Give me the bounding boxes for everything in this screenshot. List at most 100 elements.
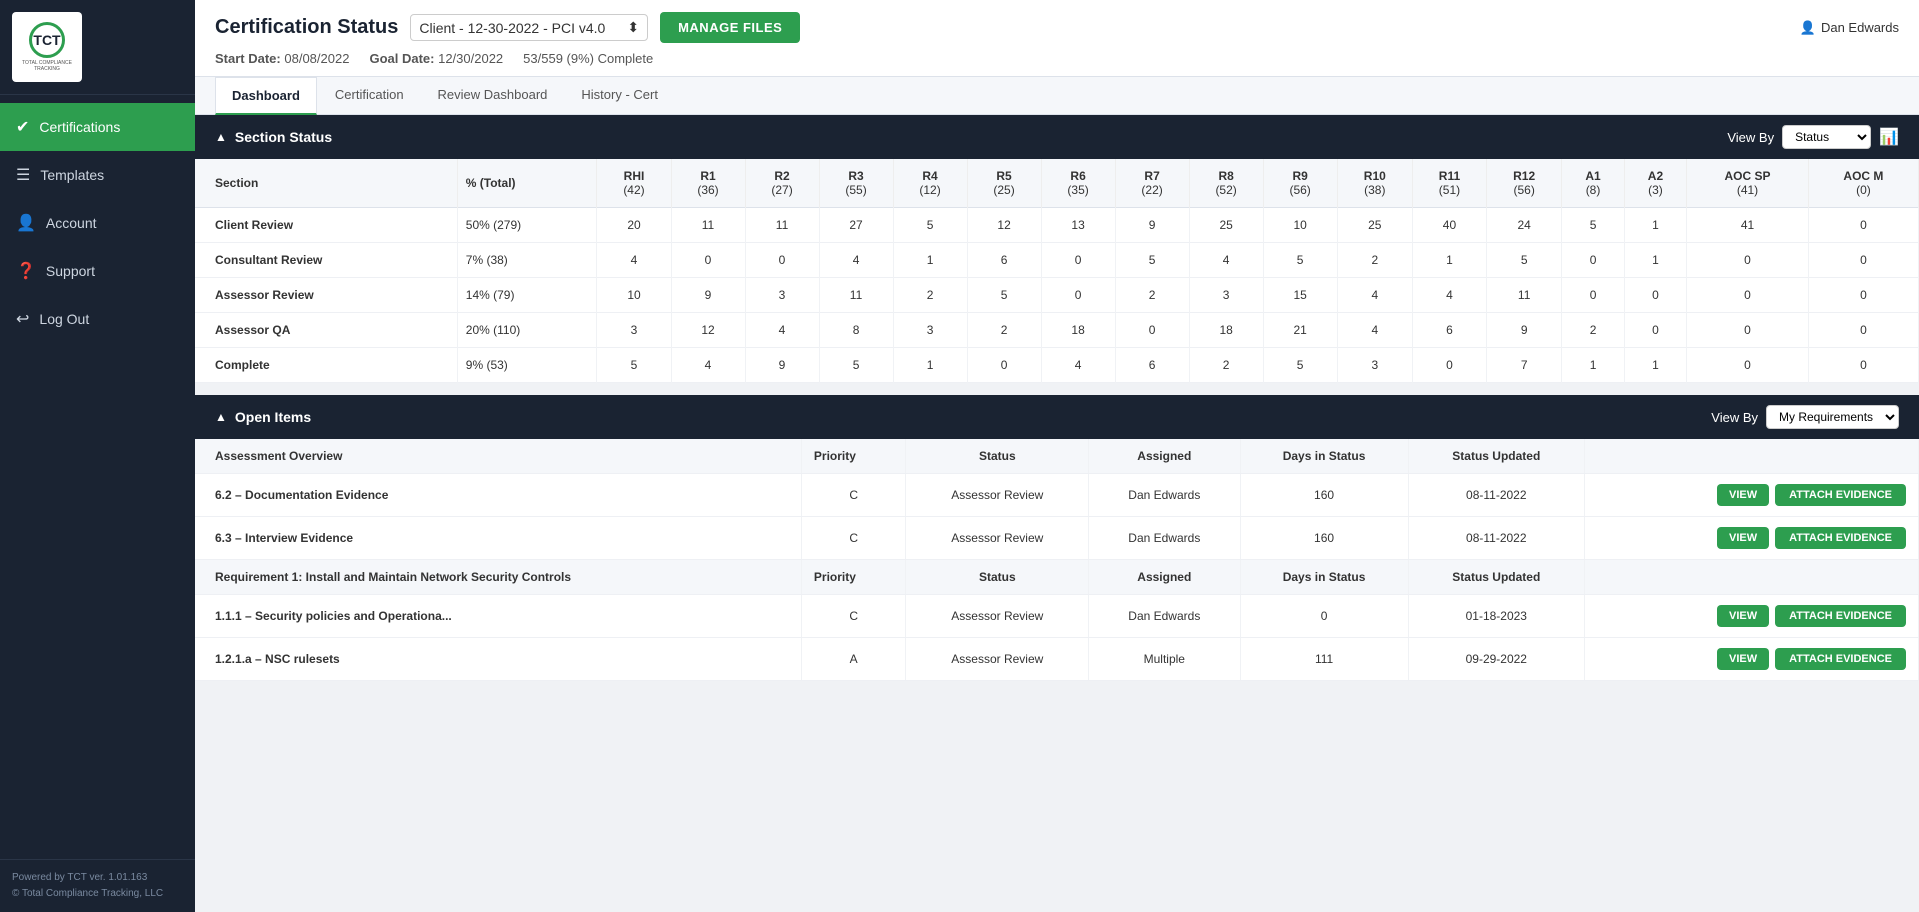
view-button[interactable]: VIEW [1717, 605, 1769, 627]
logout-icon: ↩ [16, 309, 29, 329]
col-r4: R4(12) [893, 159, 967, 208]
cell-a2: 1 [1624, 348, 1686, 383]
col-r9: R9(56) [1263, 159, 1337, 208]
header-meta: Start Date: 08/08/2022 Goal Date: 12/30/… [215, 51, 1899, 66]
col-aoc-m: AOC M(0) [1808, 159, 1918, 208]
view-button[interactable]: VIEW [1717, 484, 1769, 506]
cell-a1: 5 [1562, 208, 1624, 243]
cell-pct: 7% (38) [457, 243, 597, 278]
cell-section: Assessor QA [195, 313, 457, 348]
cell-aoc-sp: 0 [1687, 313, 1809, 348]
tab-certification[interactable]: Certification [319, 77, 420, 114]
oi-actions: VIEW ATTACH EVIDENCE [1584, 517, 1918, 560]
open-items-row: 6.2 – Documentation Evidence C Assessor … [195, 474, 1919, 517]
cell-r10: 2 [1337, 243, 1412, 278]
section-status-title-area: ▲ Section Status [215, 129, 332, 145]
cell-r11: 1 [1412, 243, 1486, 278]
sidebar-item-logout[interactable]: ↩ Log Out [0, 295, 195, 343]
open-items-title: Open Items [235, 409, 311, 425]
open-items-view-by-label: View By [1711, 410, 1758, 425]
sidebar-item-label: Certifications [39, 119, 120, 135]
oi-status: Assessor Review [906, 474, 1089, 517]
cell-r9: 5 [1263, 243, 1337, 278]
footer-line2: © Total Compliance Tracking, LLC [12, 886, 183, 902]
cell-r7: 0 [1115, 313, 1189, 348]
cell-aoc-sp: 0 [1687, 348, 1809, 383]
open-items-view-by-select[interactable]: My Requirements All Requirements By Sect… [1766, 405, 1899, 429]
cell-r11: 40 [1412, 208, 1486, 243]
oi-updated: 08-11-2022 [1408, 517, 1584, 560]
open-items-table: Assessment Overview Priority Status Assi… [195, 439, 1919, 681]
attach-evidence-button[interactable]: ATTACH EVIDENCE [1775, 648, 1906, 670]
sidebar-nav: ✔ Certifications ☰ Templates 👤 Account ❓… [0, 95, 195, 859]
col-assigned-header: Assigned [1089, 439, 1240, 474]
cell-r6: 4 [1041, 348, 1115, 383]
oi-name: 6.2 – Documentation Evidence [195, 474, 801, 517]
cell-r5: 2 [967, 313, 1041, 348]
manage-files-button[interactable]: MANAGE FILES [660, 12, 800, 43]
cell-pct: 9% (53) [457, 348, 597, 383]
sidebar-item-label: Templates [40, 167, 104, 183]
cell-rhi: 10 [597, 278, 671, 313]
cert-select[interactable]: Client - 12-30-2022 - PCI v4.0 [419, 20, 621, 36]
cell-r2: 0 [745, 243, 819, 278]
cell-r4: 1 [893, 348, 967, 383]
cell-section: Consultant Review [195, 243, 457, 278]
col-pct-total: % (Total) [457, 159, 597, 208]
page-title: Certification Status [215, 16, 398, 39]
cell-a2: 1 [1624, 208, 1686, 243]
attach-evidence-button[interactable]: ATTACH EVIDENCE [1775, 605, 1906, 627]
sidebar-item-support[interactable]: ❓ Support [0, 247, 195, 295]
tab-dashboard[interactable]: Dashboard [215, 77, 317, 115]
oi-actions: VIEW ATTACH EVIDENCE [1584, 595, 1918, 638]
cell-r1: 11 [671, 208, 745, 243]
cell-r5: 12 [967, 208, 1041, 243]
section-status-table-wrap: Section % (Total) RHI(42) R1(36) R2(27) … [195, 159, 1919, 383]
start-date-value: 08/08/2022 [284, 51, 349, 66]
attach-evidence-button[interactable]: ATTACH EVIDENCE [1775, 484, 1906, 506]
view-button[interactable]: VIEW [1717, 648, 1769, 670]
oi-days: 160 [1240, 474, 1408, 517]
table-row: Consultant Review 7% (38) 4 0 0 4 1 6 0 … [195, 243, 1919, 278]
sidebar-item-templates[interactable]: ☰ Templates [0, 151, 195, 199]
oi-actions: VIEW ATTACH EVIDENCE [1584, 638, 1918, 681]
section-status-title: Section Status [235, 129, 332, 145]
cell-aoc-m: 0 [1808, 208, 1918, 243]
tab-review-dashboard[interactable]: Review Dashboard [422, 77, 564, 114]
cell-r1: 0 [671, 243, 745, 278]
logo-area: TCT TOTAL COMPLIANCE TRACKING [0, 0, 195, 95]
view-by-select[interactable]: Status Reviewer Section [1782, 125, 1871, 149]
cell-r12: 7 [1487, 348, 1562, 383]
collapse-arrow-icon[interactable]: ▲ [215, 130, 227, 144]
logo-subtitle: TOTAL COMPLIANCE TRACKING [16, 60, 78, 72]
cell-r1: 12 [671, 313, 745, 348]
cell-r10: 3 [1337, 348, 1412, 383]
sidebar-item-account[interactable]: 👤 Account [0, 199, 195, 247]
col-aoc-sp: AOC SP(41) [1687, 159, 1809, 208]
cell-aoc-sp: 0 [1687, 278, 1809, 313]
header-left: Certification Status Client - 12-30-2022… [215, 12, 800, 43]
tab-history-cert[interactable]: History - Cert [565, 77, 674, 114]
table-row: Assessor Review 14% (79) 10 9 3 11 2 5 0… [195, 278, 1919, 313]
section-status-table: Section % (Total) RHI(42) R1(36) R2(27) … [195, 159, 1919, 383]
view-button[interactable]: VIEW [1717, 527, 1769, 549]
cell-r8: 4 [1189, 243, 1263, 278]
sidebar-item-certifications[interactable]: ✔ Certifications [0, 103, 195, 151]
view-by-label: View By [1727, 130, 1774, 145]
cert-selector[interactable]: Client - 12-30-2022 - PCI v4.0 ⬍ [410, 14, 648, 41]
col-priority-header: Priority [801, 560, 906, 595]
cell-rhi: 5 [597, 348, 671, 383]
open-items-collapse-icon[interactable]: ▲ [215, 410, 227, 424]
cell-r2: 4 [745, 313, 819, 348]
cell-rhi: 20 [597, 208, 671, 243]
oi-days: 160 [1240, 517, 1408, 560]
cell-a2: 0 [1624, 278, 1686, 313]
group-label: Requirement 1: Install and Maintain Netw… [195, 560, 801, 595]
attach-evidence-button[interactable]: ATTACH EVIDENCE [1775, 527, 1906, 549]
sidebar-item-label: Account [46, 215, 97, 231]
oi-priority: C [801, 517, 906, 560]
account-icon: 👤 [16, 213, 36, 233]
chart-icon[interactable]: 📊 [1879, 127, 1899, 147]
cell-r5: 0 [967, 348, 1041, 383]
cell-aoc-m: 0 [1808, 313, 1918, 348]
